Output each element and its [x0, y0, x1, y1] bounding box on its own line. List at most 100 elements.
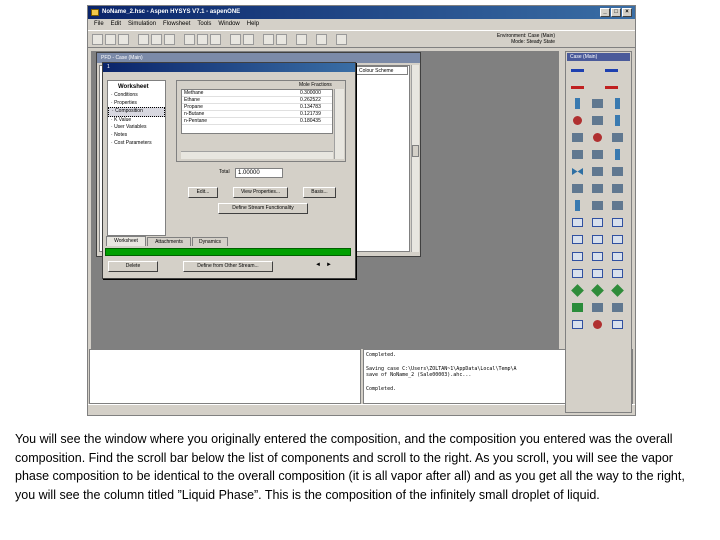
digital-point-icon[interactable]: [610, 250, 625, 263]
set-icon[interactable]: [590, 216, 605, 229]
pid-controller-icon[interactable]: [610, 233, 625, 246]
user-op-icon[interactable]: [610, 301, 625, 314]
previous-arrow-icon[interactable]: ◄: [315, 262, 321, 268]
ratio-controller-icon[interactable]: [570, 267, 585, 280]
transfer-function-icon[interactable]: [590, 250, 605, 263]
total-field[interactable]: 1.00000: [235, 168, 283, 178]
nav-item-user-variables[interactable]: · User Variables: [108, 124, 165, 132]
mpc-icon[interactable]: [590, 267, 605, 280]
heat-exchanger-icon[interactable]: [570, 114, 585, 127]
shortcut-column-icon[interactable]: [610, 199, 625, 212]
menu-edit[interactable]: Edit: [111, 19, 121, 30]
dynamics-icon[interactable]: [243, 34, 254, 45]
pfd-icon[interactable]: [184, 34, 195, 45]
three-phase-separator-icon[interactable]: [590, 199, 605, 212]
table-row[interactable]: Methane 0.300000: [182, 90, 332, 97]
energy-stream-icon[interactable]: [604, 81, 619, 94]
help-icon[interactable]: [316, 34, 327, 45]
new-case-icon[interactable]: [92, 34, 103, 45]
tab-attachments[interactable]: Attachments: [147, 237, 191, 246]
tee-icon[interactable]: [590, 148, 605, 161]
cause-effect-icon[interactable]: [570, 318, 585, 331]
more-ops-icon[interactable]: [610, 318, 625, 331]
close-button[interactable]: ×: [622, 8, 632, 17]
logical-op-icon[interactable]: [590, 284, 605, 297]
define-from-other-stream-button[interactable]: Define from Other Stream...: [183, 261, 273, 272]
balance-icon[interactable]: [590, 233, 605, 246]
menu-help[interactable]: Help: [247, 19, 259, 30]
component-splitter-icon[interactable]: [610, 165, 625, 178]
nav-item-cost-parameters[interactable]: · Cost Parameters: [108, 140, 165, 148]
maximize-button[interactable]: □: [611, 8, 621, 17]
grid-vertical-scrollbar[interactable]: [334, 89, 344, 159]
column-icon[interactable]: [570, 97, 585, 110]
colour-scheme-select[interactable]: Colour Scheme: [356, 66, 408, 75]
standard-subflowsheet-icon[interactable]: [590, 301, 605, 314]
minimize-button[interactable]: _: [600, 8, 610, 17]
workbook-icon[interactable]: [197, 34, 208, 45]
oil-icon[interactable]: [151, 34, 162, 45]
save-case-icon[interactable]: [118, 34, 129, 45]
view-properties-button[interactable]: View Properties...: [233, 187, 288, 198]
table-row[interactable]: n-Butane 0.121739: [182, 111, 332, 118]
tank-icon[interactable]: [610, 97, 625, 110]
pump-icon[interactable]: [570, 131, 585, 144]
separator-icon[interactable]: [590, 97, 605, 110]
extension-icon[interactable]: [590, 318, 605, 331]
valve-icon[interactable]: [570, 165, 585, 178]
reactions-icon[interactable]: [164, 34, 175, 45]
steady-state-icon[interactable]: [230, 34, 241, 45]
refluxed-absorber-icon[interactable]: [610, 182, 625, 195]
nav-item-conditions[interactable]: · Conditions: [108, 92, 165, 100]
open-case-icon[interactable]: [105, 34, 116, 45]
recycle-icon[interactable]: [610, 216, 625, 229]
object-palette-icon[interactable]: [336, 34, 347, 45]
menu-tools[interactable]: Tools: [197, 19, 211, 30]
selector-block-icon[interactable]: [570, 250, 585, 263]
tab-worksheet[interactable]: Worksheet: [106, 236, 146, 246]
aspen-icon[interactable]: [296, 34, 307, 45]
tab-dynamics[interactable]: Dynamics: [192, 237, 228, 246]
define-stream-functionality-button[interactable]: Define Stream Functionality: [218, 203, 308, 214]
solver-hold-icon[interactable]: [276, 34, 287, 45]
basis-icon[interactable]: [138, 34, 149, 45]
distillation-icon[interactable]: [570, 199, 585, 212]
nav-item-composition[interactable]: · Composition: [108, 107, 165, 117]
menu-flowsheet[interactable]: Flowsheet: [163, 19, 190, 30]
menu-window[interactable]: Window: [218, 19, 239, 30]
reactor-icon[interactable]: [610, 148, 625, 161]
heater-icon[interactable]: [610, 114, 625, 127]
material-stream-icon[interactable]: [604, 64, 619, 77]
table-row[interactable]: Ethane 0.262522: [182, 97, 332, 104]
table-row[interactable]: n-Pentane 0.180435: [182, 118, 332, 125]
subflowsheet-icon[interactable]: [570, 301, 585, 314]
logical-op-icon[interactable]: [610, 284, 625, 297]
spreadsheet-icon[interactable]: [570, 233, 585, 246]
dmc-icon[interactable]: [610, 267, 625, 280]
utilities-icon[interactable]: [210, 34, 221, 45]
mixer-icon[interactable]: [570, 148, 585, 161]
grid-horizontal-scrollbar[interactable]: [181, 151, 333, 159]
nav-item-properties[interactable]: · Properties: [108, 100, 165, 108]
nav-item-notes[interactable]: · Notes: [108, 132, 165, 140]
nav-item-k-value[interactable]: · K Value: [108, 117, 165, 125]
next-arrow-icon[interactable]: ►: [326, 262, 332, 268]
expander-icon[interactable]: [610, 131, 625, 144]
adjust-icon[interactable]: [570, 216, 585, 229]
menu-file[interactable]: File: [94, 19, 104, 30]
absorber-icon[interactable]: [590, 165, 605, 178]
compressor-icon[interactable]: [590, 131, 605, 144]
logical-op-icon[interactable]: [570, 284, 585, 297]
menu-simulation[interactable]: Simulation: [128, 19, 156, 30]
pipe-segment-icon[interactable]: [570, 182, 585, 195]
pfd-scroll-thumb[interactable]: [412, 145, 419, 157]
material-stream-icon[interactable]: [570, 64, 585, 77]
basis-button[interactable]: Basis...: [303, 187, 336, 198]
relief-valve-icon[interactable]: [590, 182, 605, 195]
pfd-vertical-scrollbar[interactable]: [411, 65, 419, 252]
edit-button[interactable]: Edit...: [188, 187, 218, 198]
energy-stream-icon[interactable]: [570, 81, 585, 94]
cooler-icon[interactable]: [590, 114, 605, 127]
table-row[interactable]: Propane 0.134783: [182, 104, 332, 111]
solver-active-icon[interactable]: [263, 34, 274, 45]
